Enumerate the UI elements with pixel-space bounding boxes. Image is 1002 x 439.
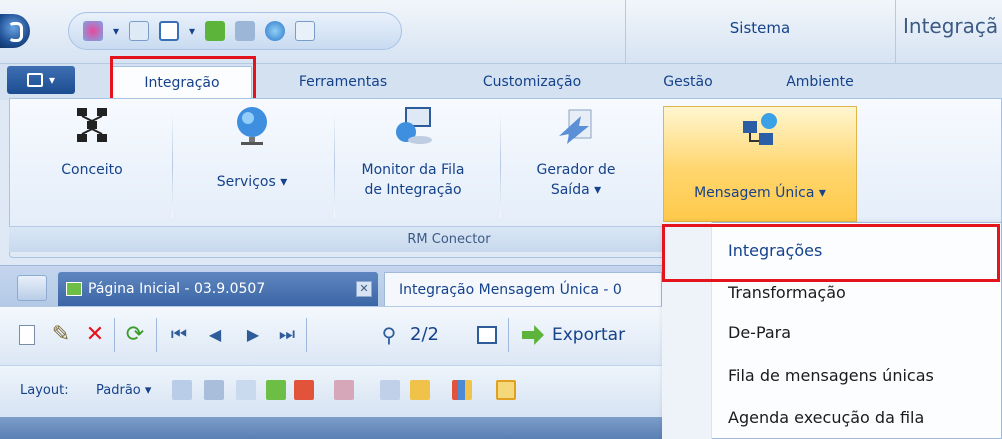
table-icon[interactable] bbox=[204, 380, 224, 400]
chart-icon[interactable] bbox=[452, 380, 472, 400]
toolbar-separator bbox=[306, 318, 307, 352]
menu-item-fila-mensagens[interactable]: Fila de mensagens únicas bbox=[728, 364, 934, 388]
toolbar-separator bbox=[156, 318, 157, 352]
refresh-icon[interactable]: ⟳ bbox=[120, 320, 150, 350]
servicos-button[interactable]: Serviços ▾ bbox=[192, 104, 312, 192]
tab-gestao[interactable]: Gestão bbox=[648, 66, 728, 98]
quick-access-toolbar: ▾ ▾ bbox=[68, 12, 402, 50]
chevron-down-icon[interactable]: ▾ bbox=[189, 24, 195, 38]
menu-item-integracoes[interactable]: Integrações bbox=[728, 239, 822, 263]
gerador-saida-label-2: Saída ▾ bbox=[550, 182, 602, 198]
servicos-label: Serviços ▾ bbox=[216, 174, 288, 190]
menu-icon bbox=[26, 73, 43, 87]
ribbon-separator bbox=[172, 110, 173, 218]
window-title: Integraçã bbox=[903, 14, 999, 38]
chevron-down-icon[interactable]: ▾ bbox=[113, 24, 119, 38]
application-menu-button[interactable]: ▾ bbox=[7, 66, 75, 94]
monitor-fila-label-1: Monitor da Fila bbox=[361, 162, 465, 178]
copy-icon[interactable] bbox=[295, 21, 316, 41]
sistema-label: Sistema bbox=[729, 19, 791, 37]
export-icon bbox=[522, 325, 544, 345]
columns-icon[interactable] bbox=[236, 380, 256, 400]
delete-icon[interactable]: ✕ bbox=[80, 320, 110, 350]
previous-record-icon[interactable]: ◀ bbox=[200, 320, 230, 350]
window-list-icon[interactable] bbox=[17, 275, 47, 301]
tab-ferramentas[interactable]: Ferramentas bbox=[278, 66, 408, 98]
menu-item-transformacao[interactable]: Transformação bbox=[728, 281, 846, 305]
page-icon bbox=[66, 282, 82, 296]
last-record-icon[interactable]: ⏭ bbox=[272, 320, 302, 350]
first-record-icon[interactable]: ⏮ bbox=[164, 320, 194, 350]
title-separator bbox=[895, 0, 896, 64]
green-play-icon[interactable] bbox=[205, 21, 226, 41]
gerador-saida-label-1: Gerador de bbox=[536, 162, 616, 178]
next-record-icon[interactable]: ▶ bbox=[238, 320, 268, 350]
window-icon[interactable] bbox=[159, 21, 180, 41]
gerador-saida-button[interactable]: Gerador de Saída ▾ bbox=[516, 104, 636, 200]
dropdown-icon-gutter bbox=[662, 222, 712, 439]
export-label: Exportar bbox=[552, 325, 626, 345]
conceito-label: Conceito bbox=[61, 162, 123, 178]
edit-icon[interactable]: ✎ bbox=[46, 320, 76, 350]
tab-integracao[interactable]: Integração bbox=[112, 66, 252, 98]
record-pager: 2/2 bbox=[410, 324, 439, 345]
toolbar-separator bbox=[508, 318, 509, 352]
new-document-icon[interactable] bbox=[14, 320, 40, 350]
binoculars-icon[interactable]: ⚲ bbox=[374, 320, 404, 350]
doc-tab-label: Página Inicial - 03.9.0507 bbox=[88, 281, 266, 297]
globe-icon[interactable] bbox=[265, 21, 286, 41]
chevron-down-icon: ▾ bbox=[48, 73, 56, 87]
filter-icon[interactable] bbox=[334, 380, 354, 400]
active-view-icon[interactable] bbox=[496, 380, 516, 400]
mensagem-unica-button[interactable]: Mensagem Única ▾ bbox=[663, 106, 857, 222]
network-computers-icon bbox=[743, 113, 777, 145]
menu-item-de-para[interactable]: De-Para bbox=[728, 321, 791, 345]
layout-label: Layout: bbox=[20, 383, 69, 398]
close-icon[interactable]: ✕ bbox=[356, 281, 372, 297]
edit-layout-icon[interactable] bbox=[410, 380, 430, 400]
menu-item-agenda-execucao[interactable]: Agenda execução da fila bbox=[728, 406, 924, 430]
globe-service-icon bbox=[237, 107, 267, 145]
import-icon[interactable] bbox=[266, 380, 286, 400]
export-button[interactable]: Exportar bbox=[518, 318, 625, 352]
conceito-button[interactable]: Conceito bbox=[42, 104, 142, 180]
tab-ambiente[interactable]: Ambiente bbox=[770, 66, 870, 98]
colors-icon[interactable] bbox=[83, 21, 103, 41]
monitor-fila-label-2: de Integração bbox=[364, 182, 462, 198]
tab-customizacao[interactable]: Customização bbox=[462, 66, 602, 98]
layout-select[interactable]: Padrão ▾ bbox=[96, 377, 151, 405]
grid-icon[interactable] bbox=[172, 380, 192, 400]
toolbar-separator bbox=[114, 318, 115, 352]
monitor-fila-button[interactable]: Monitor da Fila de Integração bbox=[348, 104, 478, 200]
mensagem-unica-label: Mensagem Única ▾ bbox=[694, 185, 826, 201]
doc-tab-pagina-inicial[interactable]: Página Inicial - 03.9.0507 ✕ bbox=[58, 272, 378, 306]
calendar-icon[interactable] bbox=[472, 320, 502, 350]
new-document-icon[interactable] bbox=[129, 21, 150, 41]
monitor-icon bbox=[396, 107, 432, 144]
upload-icon[interactable] bbox=[294, 380, 314, 400]
doc-tab-label: Integração Mensagem Única - 0 bbox=[399, 282, 622, 298]
doc-tab-integracao-mensagem-unica[interactable]: Integração Mensagem Única - 0 bbox=[384, 272, 662, 306]
tools-icon[interactable] bbox=[235, 21, 256, 41]
sum-icon[interactable] bbox=[380, 380, 400, 400]
export-arrow-icon bbox=[559, 109, 592, 144]
ribbon-separator bbox=[334, 110, 335, 218]
network-grid-icon bbox=[77, 108, 107, 142]
ribbon-separator bbox=[500, 110, 501, 218]
